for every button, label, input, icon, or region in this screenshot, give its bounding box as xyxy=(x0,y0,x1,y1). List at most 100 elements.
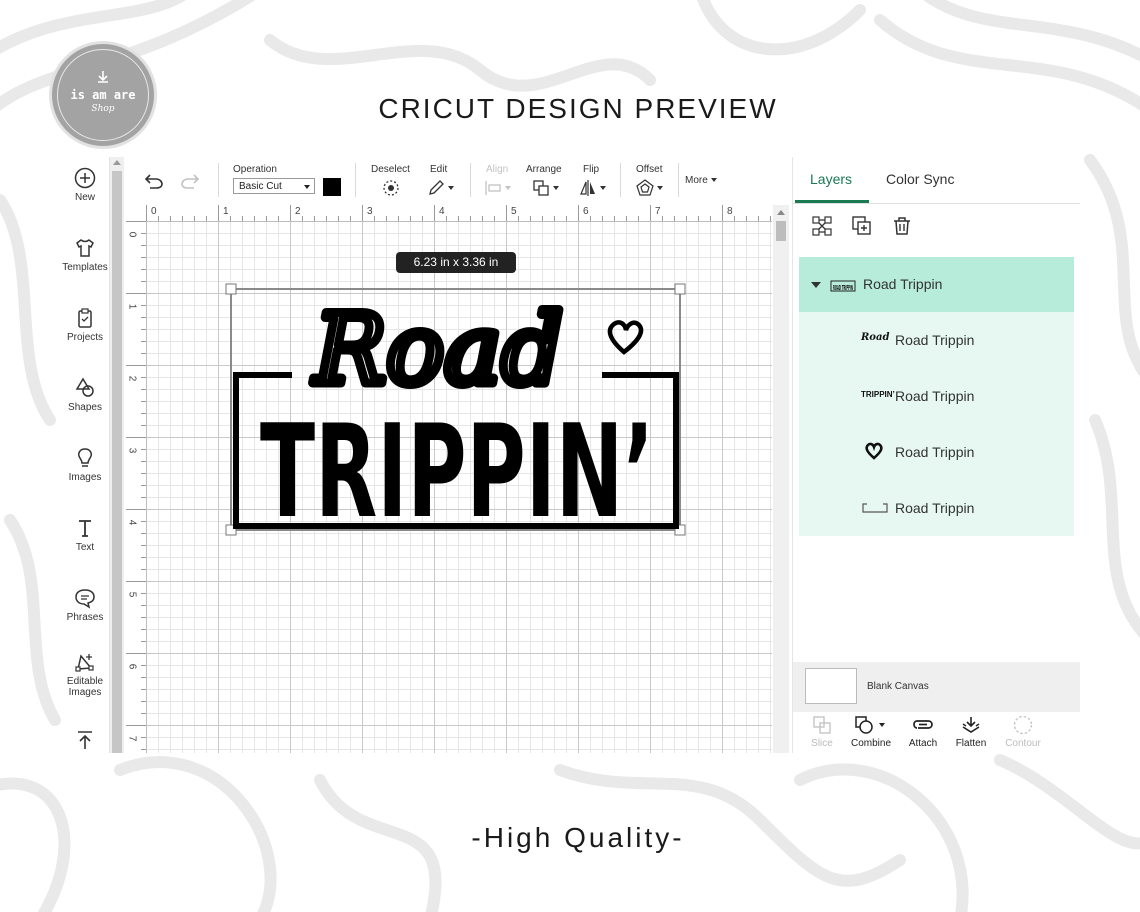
toolbar-divider xyxy=(470,163,471,197)
ruler-tick xyxy=(278,216,279,221)
contour-button[interactable]: Contour xyxy=(998,715,1048,749)
phrases-button[interactable]: Phrases xyxy=(61,587,109,623)
align-icon xyxy=(485,181,501,195)
ruler-tick xyxy=(638,216,639,221)
ruler-tick xyxy=(182,216,183,221)
ruler-tick xyxy=(674,216,675,221)
offset-dropdown[interactable] xyxy=(636,179,663,202)
chevron-down-icon xyxy=(553,186,559,190)
scroll-up-arrow-icon[interactable] xyxy=(113,160,121,165)
group-name: Road Trippin xyxy=(863,276,943,292)
tab-color-sync[interactable]: Color Sync xyxy=(886,171,954,187)
road-trippin-design[interactable]: Road TRIPPIN’ xyxy=(222,280,692,540)
blank-canvas-swatch[interactable] xyxy=(805,668,857,704)
offset-icon xyxy=(636,179,654,196)
ruler-tick-label: 2 xyxy=(126,375,138,382)
flatten-button[interactable]: Flatten xyxy=(946,715,996,749)
ruler-tick-label: 6 xyxy=(583,206,589,217)
ruler-tick xyxy=(141,521,146,522)
ruler-tick xyxy=(614,216,615,221)
templates-button[interactable]: Templates xyxy=(61,237,109,273)
ruler-tick xyxy=(141,665,146,666)
editable-label-2: Images xyxy=(68,687,102,698)
layer-item[interactable]: Road Trippin xyxy=(799,480,1074,536)
ruler-tick xyxy=(650,205,651,221)
projects-button[interactable]: Projects xyxy=(61,307,109,343)
slice-label: Slice xyxy=(811,738,833,749)
scroll-up-arrow-icon[interactable] xyxy=(777,210,785,215)
clipboard-icon xyxy=(78,308,92,328)
ruler-tick xyxy=(141,233,146,234)
selection-handle[interactable] xyxy=(225,283,237,295)
phrases-label: Phrases xyxy=(66,612,104,623)
left-toolbar: New Templates Projects Shapes Images Tex… xyxy=(61,157,110,753)
text-button[interactable]: Text xyxy=(61,517,109,553)
undo-icon[interactable] xyxy=(142,172,164,190)
scrollbar-thumb[interactable] xyxy=(776,221,786,241)
combine-button[interactable]: Combine xyxy=(846,715,896,749)
ruler-tick xyxy=(141,533,146,534)
editable-label: Editable xyxy=(66,676,104,687)
ruler-tick xyxy=(141,497,146,498)
delete-icon[interactable] xyxy=(892,216,912,236)
layer-name: Road Trippin xyxy=(895,388,975,404)
ruler-tick xyxy=(386,216,387,221)
ruler-tick xyxy=(141,401,146,402)
ruler-tick xyxy=(470,216,471,221)
new-button[interactable]: New xyxy=(61,167,109,203)
layer-list: Road Road Trippin TRIPPIN’ Road Trippin … xyxy=(799,312,1074,536)
group-icon[interactable] xyxy=(812,216,832,236)
ruler-tick xyxy=(590,216,591,221)
images-button[interactable]: Images xyxy=(61,447,109,483)
toolbar-divider xyxy=(218,163,219,197)
layer-item[interactable]: Road Trippin xyxy=(799,424,1074,480)
redo-icon[interactable] xyxy=(180,172,202,190)
align-dropdown[interactable] xyxy=(484,179,511,202)
flip-label: Flip xyxy=(583,164,600,175)
ruler-tick xyxy=(242,216,243,221)
deselect-icon[interactable] xyxy=(382,179,400,197)
flip-dropdown[interactable] xyxy=(579,179,606,202)
ruler-tick xyxy=(141,641,146,642)
ruler-tick xyxy=(141,629,146,630)
flatten-icon xyxy=(962,717,980,733)
tab-layers[interactable]: Layers xyxy=(810,171,852,187)
ruler-tick xyxy=(141,305,146,306)
slice-icon xyxy=(813,716,831,734)
left-toolbar-scrollbar[interactable] xyxy=(110,157,124,753)
ruler-tick xyxy=(194,216,195,221)
shapes-button[interactable]: Shapes xyxy=(61,377,109,413)
layer-item[interactable]: Road Road Trippin xyxy=(799,312,1074,368)
edit-label: Edit xyxy=(430,164,448,175)
page-title: CRICUT DESIGN PREVIEW xyxy=(378,93,778,124)
more-label: More xyxy=(685,175,708,186)
editable-images-button[interactable]: Editable Images xyxy=(61,651,109,698)
more-menu[interactable]: More xyxy=(685,175,717,186)
blank-canvas-row[interactable]: Blank Canvas xyxy=(793,662,1080,712)
ruler-tick xyxy=(141,257,146,258)
arrange-dropdown[interactable] xyxy=(532,179,559,202)
layer-name: Road Trippin xyxy=(895,444,975,460)
frame-outline-icon xyxy=(862,503,888,513)
operation-select[interactable]: Basic Cut xyxy=(233,178,315,194)
canvas-scrollbar[interactable] xyxy=(773,205,789,753)
operation-color-swatch[interactable] xyxy=(323,178,341,196)
attach-button[interactable]: Attach xyxy=(898,715,948,749)
slice-button[interactable]: Slice xyxy=(797,715,847,749)
selection-handle[interactable] xyxy=(674,283,686,295)
scrollbar-thumb[interactable] xyxy=(112,171,122,753)
ruler-tick xyxy=(126,437,146,438)
ruler-tick xyxy=(746,216,747,221)
ruler-tick-label: 8 xyxy=(727,206,733,217)
layer-group-road-trippin[interactable]: ROAD TRIPPIN Road Trippin xyxy=(799,257,1074,312)
ruler-tick xyxy=(141,677,146,678)
layer-item[interactable]: TRIPPIN’ Road Trippin xyxy=(799,368,1074,424)
duplicate-icon[interactable] xyxy=(852,216,872,236)
ruler-tick xyxy=(141,341,146,342)
ruler-tick xyxy=(206,216,207,221)
editable-images-icon xyxy=(75,654,94,672)
edit-dropdown[interactable] xyxy=(427,179,454,202)
upload-button[interactable] xyxy=(61,729,109,754)
chevron-down-icon[interactable] xyxy=(811,282,821,288)
ruler-tick xyxy=(710,216,711,221)
